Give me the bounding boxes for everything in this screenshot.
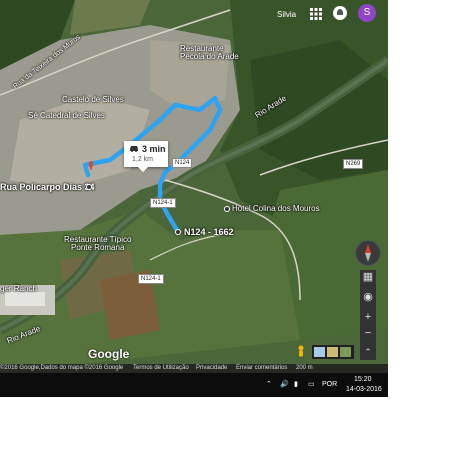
privacy-link[interactable]: Privacidade bbox=[196, 365, 227, 371]
clock-time[interactable]: 15:20 bbox=[354, 376, 372, 383]
road-badge-n124-1-south: N124-1 bbox=[138, 274, 164, 284]
google-logo: Google bbox=[88, 347, 130, 361]
user-name[interactable]: Silvia bbox=[277, 10, 296, 19]
my-location-icon[interactable]: ◉ bbox=[360, 290, 376, 304]
zoom-in-button[interactable]: + bbox=[360, 310, 376, 324]
road-badge-n124-1: N124-1 bbox=[150, 198, 176, 208]
message-icon[interactable]: ▭ bbox=[308, 380, 315, 388]
route-distance: 1,2 km bbox=[132, 156, 154, 163]
map-screen: Rua da Teixeira dos Muros Restaurante Pe… bbox=[0, 0, 388, 397]
label-n124-1662: N124 - 1662 bbox=[184, 227, 234, 237]
zoom-out-button[interactable]: − bbox=[360, 326, 376, 340]
notifications-icon[interactable] bbox=[333, 6, 347, 20]
label-castelo: Castelo de Silves bbox=[62, 95, 124, 104]
clock-date[interactable]: 14-03-2016 bbox=[346, 386, 382, 393]
origin-marker[interactable] bbox=[175, 229, 181, 235]
label-ger-ranch: ger Ranch bbox=[0, 284, 37, 293]
volume-icon[interactable]: 🔊 bbox=[280, 380, 289, 388]
imagery-credit: ©2016 Google,Dados do mapa ©2016 Google bbox=[0, 365, 124, 371]
compass-icon[interactable] bbox=[355, 240, 381, 266]
expand-imagery-button[interactable]: ⌃ bbox=[360, 344, 376, 360]
pegman-icon[interactable] bbox=[296, 345, 306, 359]
car-icon bbox=[130, 146, 138, 152]
road-badge-n269: N269 bbox=[343, 159, 364, 169]
zoom-controls: ▦ ◉ + − bbox=[360, 270, 376, 344]
apps-grid-icon[interactable] bbox=[310, 8, 322, 20]
taskbar: ⌃ 🔊 ▮ ▭ POR 15:20 14-03-2016 bbox=[0, 373, 388, 397]
tray-up-arrow-icon[interactable]: ⌃ bbox=[266, 380, 272, 388]
label-restaurante-tipico: Restaurante Típico Ponte Romana bbox=[64, 235, 132, 252]
road-badge-n124: N124 bbox=[172, 158, 193, 168]
terms-link[interactable]: Termos de Utilização bbox=[133, 365, 189, 371]
map-footer: ©2016 Google,Dados do mapa ©2016 Google … bbox=[0, 364, 388, 373]
destination-marker[interactable] bbox=[86, 184, 92, 190]
hotel-marker[interactable] bbox=[224, 206, 230, 212]
label-se-catedral: Sé Catedral de Silves bbox=[28, 111, 105, 120]
route-time: 3 min bbox=[142, 144, 166, 154]
imagery-layers[interactable] bbox=[312, 345, 354, 359]
label-restaurante-pecola: Restaurante Pecola do Arade bbox=[180, 44, 239, 61]
network-icon[interactable]: ▮ bbox=[294, 380, 298, 388]
label-hotel-colina: Hotel Colina dos Mouros bbox=[232, 204, 320, 213]
route-info-card[interactable]: 3 min 1,2 km bbox=[124, 141, 168, 172]
map-grid-icon[interactable]: ▦ bbox=[360, 270, 376, 284]
language-indicator[interactable]: POR bbox=[322, 381, 337, 388]
feedback-link[interactable]: Enviar comentários bbox=[236, 365, 287, 371]
scale-label: 200 m bbox=[296, 365, 313, 371]
avatar[interactable]: S bbox=[358, 4, 376, 22]
label-rua-policarpo: Rua Policarpo Dias 34 bbox=[0, 182, 95, 192]
